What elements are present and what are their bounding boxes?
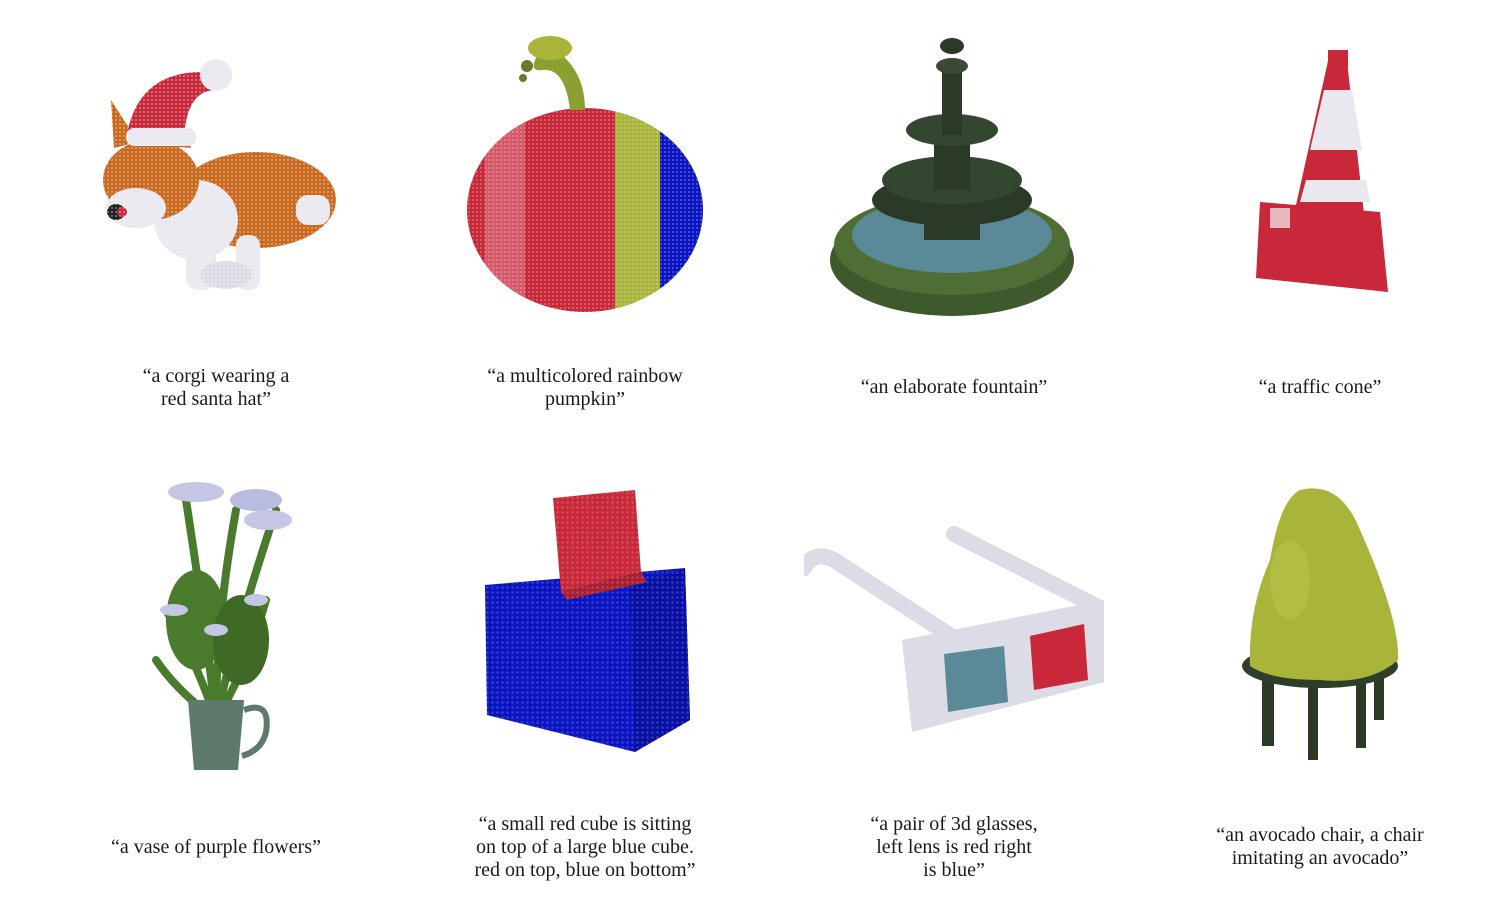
caption-fountain: “an elaborate fountain” bbox=[804, 376, 1104, 399]
caption-pumpkin: “a multicolored rainbow pumpkin” bbox=[435, 365, 735, 411]
corgi-point-cloud bbox=[66, 30, 366, 360]
caption-flower-vase: “a vase of purple flowers” bbox=[66, 836, 366, 859]
figure-traffic-cone: “a traffic cone” bbox=[1170, 30, 1470, 470]
caption-line: red on top, blue on bottom” bbox=[474, 859, 696, 881]
caption-traffic-cone: “a traffic cone” bbox=[1170, 376, 1470, 399]
caption-line: imitating an avocado” bbox=[1231, 847, 1409, 869]
figure-grid: “a corgi wearing a red santa hat” “a mul… bbox=[0, 0, 1510, 917]
glasses-point-cloud bbox=[804, 470, 1104, 800]
caption-line: “a traffic cone” bbox=[1258, 376, 1382, 398]
caption-line: “a small red cube is sitting bbox=[478, 813, 692, 835]
figure-avocado-chair: “an avocado chair, a chair imitating an … bbox=[1170, 470, 1470, 910]
fountain-point-cloud bbox=[804, 30, 1104, 360]
figure-pumpkin: “a multicolored rainbow pumpkin” bbox=[435, 30, 735, 470]
caption-line: “a corgi wearing a bbox=[142, 365, 290, 387]
figure-glasses: “a pair of 3d glasses, left lens is red … bbox=[804, 470, 1104, 910]
figure-cubes: “a small red cube is sitting on top of a… bbox=[435, 470, 735, 910]
avocado-chair-point-cloud bbox=[1170, 470, 1470, 800]
pumpkin-point-cloud bbox=[435, 30, 735, 360]
caption-line: “an avocado chair, a chair bbox=[1216, 824, 1424, 846]
traffic-cone-point-cloud bbox=[1170, 30, 1470, 360]
caption-line: red santa hat” bbox=[161, 388, 271, 410]
caption-line: “a pair of 3d glasses, bbox=[870, 813, 1038, 835]
caption-line: pumpkin” bbox=[545, 388, 625, 410]
caption-line: is blue” bbox=[923, 859, 985, 881]
caption-avocado-chair: “an avocado chair, a chair imitating an … bbox=[1170, 824, 1470, 870]
caption-line: left lens is red right bbox=[876, 836, 1032, 858]
cubes-point-cloud bbox=[435, 470, 735, 800]
caption-line: on top of a large blue cube. bbox=[476, 836, 694, 858]
caption-line: “an elaborate fountain” bbox=[860, 376, 1048, 398]
flower-vase-point-cloud bbox=[66, 470, 366, 800]
caption-glasses: “a pair of 3d glasses, left lens is red … bbox=[804, 813, 1104, 882]
caption-cubes: “a small red cube is sitting on top of a… bbox=[435, 813, 735, 882]
caption-corgi: “a corgi wearing a red santa hat” bbox=[66, 365, 366, 411]
figure-corgi: “a corgi wearing a red santa hat” bbox=[66, 30, 366, 470]
caption-line: “a vase of purple flowers” bbox=[111, 836, 321, 858]
figure-flower-vase: “a vase of purple flowers” bbox=[66, 470, 366, 910]
figure-fountain: “an elaborate fountain” bbox=[804, 30, 1104, 470]
caption-line: “a multicolored rainbow bbox=[487, 365, 683, 387]
